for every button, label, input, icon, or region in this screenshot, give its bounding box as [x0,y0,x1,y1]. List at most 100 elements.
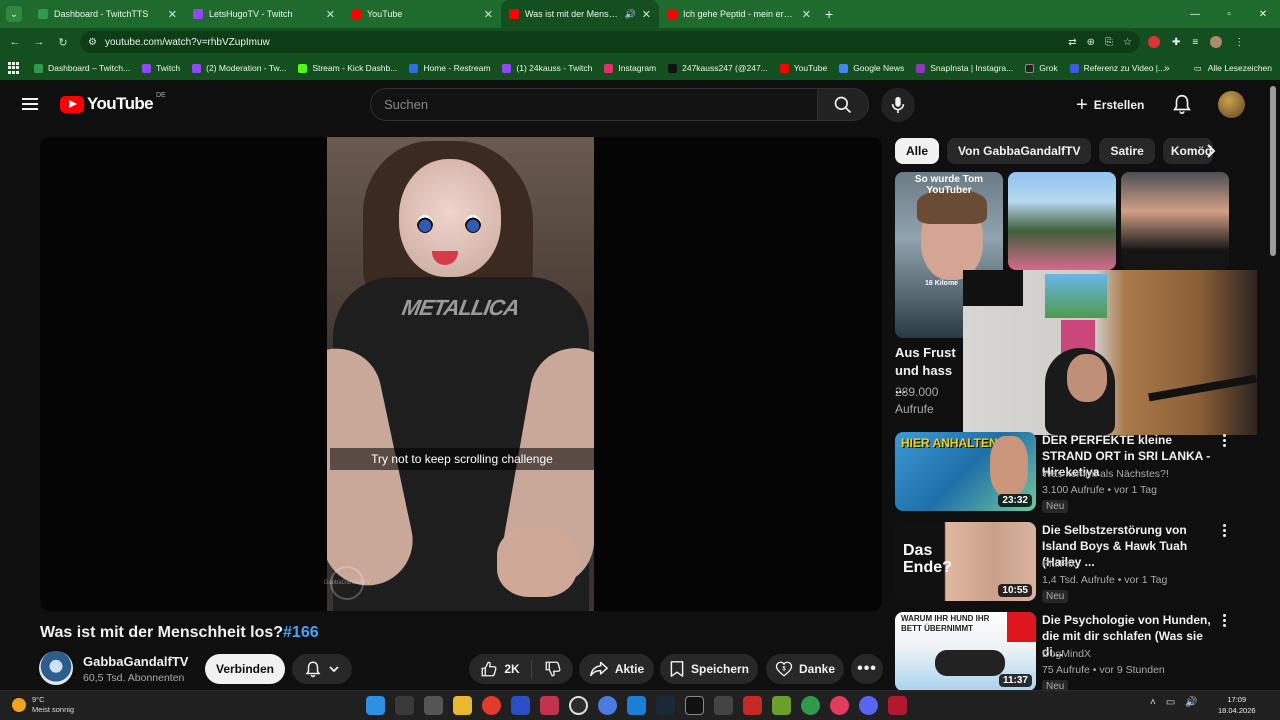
bookmark-item[interactable]: YouTube [779,63,827,73]
site-info-icon[interactable]: ⚙ [88,37,97,48]
profile-avatar-icon[interactable] [1210,36,1223,48]
task-view-icon[interactable] [424,696,443,715]
thanks-button[interactable]: $ Danke [766,654,844,684]
zoom-icon[interactable]: ⊕ [1087,37,1095,48]
join-button[interactable]: Verbinden [205,654,285,684]
search-taskbar-icon[interactable] [395,696,414,715]
more-actions-button[interactable]: ••• [851,654,883,684]
browser-menu-icon[interactable]: ⋮ [1234,37,1244,48]
video-channel[interactable]: PhilFlix [1042,558,1076,570]
taskbar-clock[interactable]: 17:09 18.04.2026 [1218,694,1256,716]
discord-icon[interactable] [859,696,878,715]
video-thumbnail[interactable]: HIER ANHALTEN! 23:32 [895,432,1036,511]
tab-peptid-video[interactable]: Ich gehe Peptid - mein erster P... ✕ [659,0,819,28]
bookmark-item[interactable]: Instagram [604,63,656,73]
app-icon[interactable] [714,696,733,715]
apps-grid-icon[interactable] [8,62,20,74]
adblock-extension-icon[interactable] [1148,36,1160,48]
close-tab-icon[interactable]: ✕ [642,8,651,21]
bookmark-item[interactable]: (1) 24kauss - Twitch [502,63,592,73]
channel-name[interactable]: GabbaGandalfTV [83,654,188,669]
dislike-button[interactable] [532,654,573,684]
app-icon[interactable] [627,696,646,715]
video-channel[interactable]: Was kommt als Nächstes?! [1042,468,1169,480]
address-bar[interactable]: ⚙ youtube.com/watch?v=rhbVZupImuw ⇄ ⊕ ⎘ … [80,31,1140,53]
channel-avatar[interactable] [39,651,73,685]
new-tab-icon[interactable]: + [825,6,833,22]
video-player[interactable]: METALLICA [40,137,882,611]
close-tab-icon[interactable]: ✕ [168,8,177,21]
network-icon[interactable]: ▭ [1166,697,1175,708]
all-bookmarks-button[interactable]: ▭ Alle Lesezeichen [1194,56,1272,80]
tab-search-button[interactable]: ⌄ [6,6,22,22]
bookmark-item[interactable]: Twitch [142,63,180,73]
create-button[interactable]: + Erstellen [1066,89,1158,121]
chip-all[interactable]: Alle [895,138,940,164]
media-control-icon[interactable]: ≡ [1192,37,1198,48]
app-icon[interactable] [482,696,501,715]
tab-dashboard-twitchtts[interactable]: Dashboard - TwitchTTS ✕ [30,0,185,28]
file-explorer-icon[interactable] [453,696,472,715]
chrome-icon[interactable] [801,696,820,715]
back-icon[interactable]: ← [3,36,27,48]
app-icon[interactable] [511,696,530,715]
reload-icon[interactable]: ↻ [51,36,75,49]
app-icon[interactable] [743,696,762,715]
menu-icon[interactable] [22,98,38,110]
more-bookmarks-icon[interactable]: » [1164,56,1170,80]
account-avatar[interactable] [1218,91,1245,118]
app-icon[interactable] [569,696,588,715]
forward-icon[interactable]: → [27,36,51,48]
bookmark-item[interactable]: Referenz zu Video |... [1069,63,1165,73]
steam-icon[interactable] [656,696,675,715]
recommended-video[interactable]: Das Ende? 10:55 Die Selbstzerstörung von… [895,522,1235,603]
app-icon[interactable] [772,696,791,715]
maximize-icon[interactable]: ▫ [1212,9,1246,20]
save-button[interactable]: Speichern [660,654,758,684]
share-button[interactable]: Aktie [579,654,654,684]
audio-playing-icon[interactable]: 🔊 [625,9,636,20]
app-icon[interactable] [888,696,907,715]
bookmark-item[interactable]: Dashboard – Twitch... [34,63,130,73]
bookmark-item[interactable]: Home - Restream [409,63,490,73]
search-input[interactable]: Suchen [370,88,818,121]
chips-next-icon[interactable] [1198,138,1224,164]
video-thumbnail[interactable]: WARUM IHR HUND IHR BETT ÜBERNIMMT 11:37 [895,612,1036,691]
minimize-icon[interactable]: — [1178,9,1212,20]
video-thumbnail[interactable]: Das Ende? 10:55 [895,522,1036,601]
recommended-video[interactable]: HIER ANHALTEN! 23:32 DER PERFEKTE kleine… [895,432,1235,513]
notifications-button[interactable] [1171,93,1193,120]
subscribe-notifications-button[interactable] [292,654,352,684]
close-tab-icon[interactable]: ✕ [326,8,335,21]
app-icon[interactable] [598,696,617,715]
more-vertical-icon[interactable] [1220,614,1228,627]
search-button[interactable] [817,88,869,121]
extensions-icon[interactable]: ✚ [1172,37,1180,48]
bookmark-item[interactable]: Grok [1025,63,1058,73]
start-icon[interactable] [366,696,385,715]
like-button[interactable]: 2K [469,654,531,684]
bookmark-item[interactable]: (2) Moderation - Tw... [192,63,286,73]
shorts-card[interactable] [1008,172,1116,270]
tray-chevron-icon[interactable]: ˄ [1150,697,1156,708]
shorts-card[interactable] [1121,172,1229,270]
chip-from-channel[interactable]: Von GabbaGandalfTV [947,138,1092,164]
page-scrollbar[interactable] [1270,86,1276,256]
bookmark-star-icon[interactable]: ☆ [1123,37,1132,48]
chip-satire[interactable]: Satire [1099,138,1155,164]
bookmark-item[interactable]: Google News [839,63,904,73]
voice-search-button[interactable] [881,88,915,122]
opera-icon[interactable] [830,696,849,715]
close-window-icon[interactable]: ✕ [1246,9,1280,20]
close-tab-icon[interactable]: ✕ [802,8,811,21]
volume-icon[interactable]: 🔊 [1185,697,1197,708]
bookmark-item[interactable]: Stream - Kick Dashb... [298,63,397,73]
tab-youtube[interactable]: YouTube ✕ [343,0,501,28]
close-tab-icon[interactable]: ✕ [484,8,493,21]
tab-current-video[interactable]: Was ist mit der Menschheit 🔊 ✕ [501,0,659,28]
video-hashtag-link[interactable]: #166 [283,624,319,641]
weather-widget[interactable]: 9°C Meist sonnig [12,695,74,715]
video-channel[interactable]: DogMindX [1042,648,1091,660]
tab-letshugotv[interactable]: LetsHugoTV - Twitch ✕ [185,0,343,28]
recommended-video[interactable]: WARUM IHR HUND IHR BETT ÜBERNIMMT 11:37 … [895,612,1235,693]
